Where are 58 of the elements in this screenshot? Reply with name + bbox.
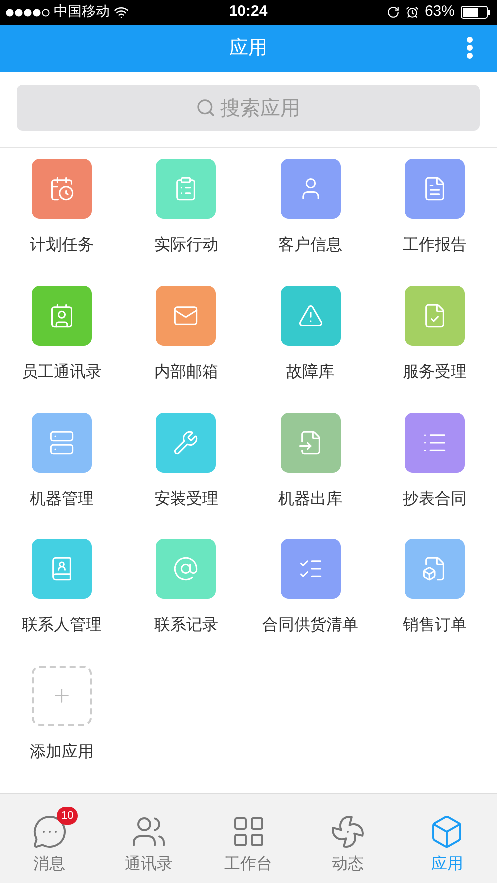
fan-icon [330,814,366,850]
app-label: 抄表合同 [402,488,467,510]
app-tile[interactable] [404,539,465,600]
app-label: 联系人管理 [22,614,102,636]
app-tile[interactable] [404,412,465,473]
app-tile[interactable] [156,412,216,473]
app-tile[interactable] [280,539,341,600]
app-label: 员工通讯录 [22,360,102,383]
tab-item[interactable]: 工作台 [198,794,298,883]
app-tile[interactable] [156,159,216,219]
search-icon [196,98,216,118]
app-label: 故障库 [286,360,335,383]
app-label: 添加应用 [30,741,94,764]
rotation-lock-icon [386,6,400,19]
app-tile[interactable] [32,286,92,346]
clock-time: 10:24 [229,2,268,22]
app-tile[interactable] [32,539,92,600]
warning-icon [298,302,324,329]
more-menu-button[interactable] [465,35,475,61]
app-tile[interactable] [156,539,216,600]
app-label: 计划任务 [30,234,94,256]
app-tile[interactable] [404,286,465,346]
app-label: 销售订单 [402,614,467,636]
signal-icon [6,8,50,16]
app-label: 实际行动 [154,234,218,256]
app-label: 机器出库 [278,488,343,510]
wrench-icon [173,430,200,456]
add-app-tile[interactable] [32,666,92,726]
app-tile[interactable] [280,159,341,219]
tab-item[interactable]: 应用 [398,794,497,883]
tab-item[interactable]: 动态 [298,794,398,883]
app-tile[interactable] [32,412,92,473]
contact-card-icon [49,302,76,329]
app-label: 客户信息 [278,234,343,256]
battery-icon [461,6,491,19]
app-tile[interactable] [280,286,341,346]
app-label: 联系记录 [154,614,218,636]
app-label: 合同供货清单 [262,614,359,636]
app-tile[interactable] [404,159,465,219]
wifi-icon [114,5,129,20]
search-field[interactable]: 搜索应用 [17,85,480,131]
tab-item[interactable]: 10 消息 [0,794,100,883]
app-label: 机器管理 [30,488,94,510]
at-sign-icon [173,556,200,582]
page-title: 应用 [230,36,268,62]
app-tile[interactable] [32,159,92,219]
battery-percent: 63% [424,2,455,22]
app-label: 服务受理 [402,360,467,383]
unread-badge: 10 [57,807,78,825]
app-tile[interactable] [280,412,341,473]
tab-item[interactable]: 通讯录 [99,794,199,883]
carrier-name: 中国移动 [54,3,110,22]
app-label: 内部邮箱 [154,360,218,383]
app-label: 工作报告 [402,234,467,256]
alarm-icon [406,6,419,19]
server-icon [49,430,76,456]
app-tile[interactable] [156,286,216,346]
app-label: 安装受理 [154,488,218,510]
